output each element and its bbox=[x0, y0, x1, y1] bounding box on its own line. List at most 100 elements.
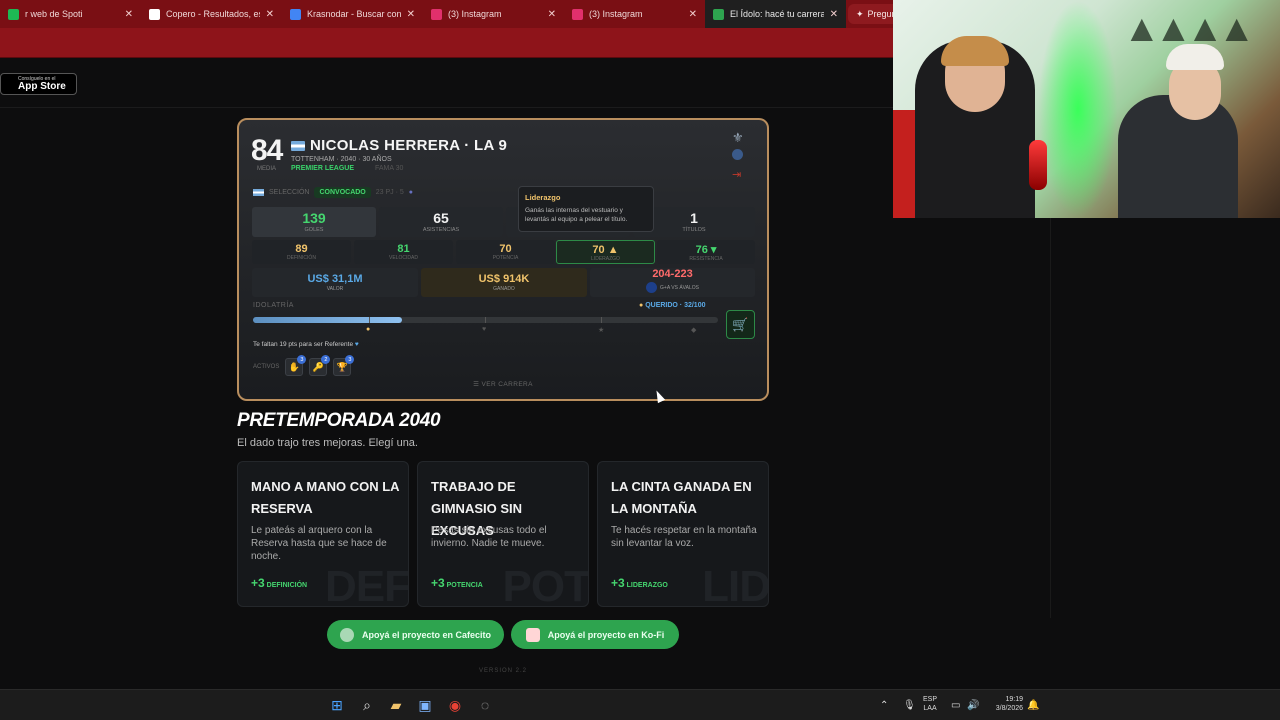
instagram-icon bbox=[572, 8, 583, 20]
app-icon[interactable]: ◌ bbox=[476, 696, 494, 714]
close-icon[interactable]: ✕ bbox=[407, 9, 415, 20]
close-icon[interactable]: ✕ bbox=[548, 9, 556, 20]
chevron-up-icon[interactable]: ⌃ bbox=[880, 690, 888, 720]
kofi-cup-icon bbox=[525, 627, 540, 642]
attr-label: DEFINICIÓN bbox=[287, 255, 316, 261]
browser-tab[interactable]: Krasnodar - Buscar con Go ✕ bbox=[282, 0, 423, 28]
close-icon[interactable]: ✕ bbox=[689, 9, 697, 20]
player-rating: 84 bbox=[251, 134, 283, 167]
rival-comparison: 204-223 G+A VS ÁVALOS bbox=[590, 268, 755, 297]
kofi-button[interactable]: Apoyá el proyecto en Ko-Fi bbox=[511, 620, 679, 649]
language-indicator[interactable]: ESP LAA bbox=[923, 695, 937, 713]
windows-start-icon[interactable]: ⊞ bbox=[328, 696, 346, 714]
activo-item[interactable]: ✋ 3 bbox=[285, 355, 307, 376]
notification-bell-icon[interactable]: 🔔 bbox=[1027, 690, 1039, 720]
ver-carrera-button[interactable]: ☰ VER CARRERA bbox=[239, 380, 767, 388]
idolatria-status-text: QUERIDO · 32/100 bbox=[645, 302, 706, 309]
webcam-person-right-cap bbox=[1166, 44, 1224, 70]
attr-liderazgo[interactable]: 70 ▲ LIDERAZGO bbox=[556, 240, 655, 264]
tab-title: r web de Spoti bbox=[25, 9, 83, 19]
choice-bonus-value: +3 bbox=[251, 576, 265, 590]
stat-value: 65 bbox=[433, 210, 449, 226]
browser-tab[interactable]: Copero - Resultados, estad ✕ bbox=[141, 0, 282, 28]
close-icon[interactable]: ✕ bbox=[125, 9, 133, 20]
store-icon[interactable]: ▣ bbox=[416, 696, 434, 714]
faltan-text: Te faltan 19 pts para ser Referente ♥ bbox=[253, 341, 359, 348]
milestone-heart-icon: ♥ bbox=[482, 326, 487, 333]
rating-label: MEDIA bbox=[257, 166, 277, 172]
attr-label: LIDERAZGO bbox=[591, 256, 620, 262]
attr-resistencia[interactable]: 76 ▾ RESISTENCIA bbox=[657, 240, 755, 264]
bar-tick bbox=[369, 317, 370, 323]
activo-count: 3 bbox=[297, 355, 307, 364]
tab-title: Copero - Resultados, estad bbox=[166, 9, 260, 19]
stat-value: 139 bbox=[302, 210, 326, 226]
language-top: ESP bbox=[923, 696, 938, 703]
volume-icon[interactable]: 🔊 bbox=[967, 690, 979, 720]
tooltip-title: Liderazgo bbox=[525, 193, 561, 202]
taskbar-clock[interactable]: 19:19 3/8/2026 bbox=[985, 695, 1023, 714]
choice-watermark: LID bbox=[702, 562, 769, 607]
search-icon[interactable]: ⌕ bbox=[358, 696, 376, 714]
choice-description: Le pateás al arquero con la Reserva hast… bbox=[251, 525, 387, 562]
idolatria-progress-bar bbox=[253, 317, 718, 323]
spotify-icon bbox=[8, 8, 19, 20]
choice-watermark: DEF bbox=[325, 562, 409, 607]
pretemporada-choice-card[interactable]: DEF MANO A MANO CON LA RESERVA Le pateás a… bbox=[237, 461, 409, 607]
activo-item[interactable]: 🏆 3 bbox=[333, 355, 355, 376]
webcam-microphone bbox=[1029, 140, 1047, 190]
file-explorer-icon[interactable]: ▰ bbox=[387, 696, 405, 714]
exit-icon[interactable]: ⇥ bbox=[732, 168, 741, 181]
activo-item[interactable]: 🔑 2 bbox=[309, 355, 331, 376]
tooltip-liderazgo: Liderazgo Ganás las internas del vestuar… bbox=[518, 186, 654, 232]
browser-tab[interactable]: r web de Spoti ✕ bbox=[0, 0, 141, 28]
pretemporada-choice-card[interactable]: LID LA CINTA GANADA EN LA MONTAÑA Te hacés… bbox=[597, 461, 769, 607]
stat-label: ASISTENCIAS bbox=[422, 227, 460, 233]
attr-value: 76 ▾ bbox=[695, 244, 717, 256]
windows-taskbar: ⊞ ⌕ ▰ ▣ ◉ ◌ ⌃ 🎙 ESP LAA ▭ 🔊 19:19 3/8/20… bbox=[0, 689, 1280, 720]
browser-tab[interactable]: (3) Instagram ✕ bbox=[564, 0, 705, 28]
sparkle-icon: ✦ bbox=[856, 8, 864, 19]
network-icon[interactable]: ▭ bbox=[951, 690, 960, 720]
app-store-badge[interactable]: Consíguelo en el App Store bbox=[0, 73, 77, 95]
browser-tab[interactable]: (3) Instagram ✕ bbox=[423, 0, 564, 28]
chrome-icon[interactable]: ◉ bbox=[446, 696, 464, 714]
player-fama: FAMA 30 bbox=[375, 165, 404, 172]
stat-goles: 139 GOLES bbox=[252, 207, 376, 237]
browser-tab[interactable]: El Ídolo: hacé tu carrera en ✕ bbox=[705, 0, 846, 28]
pretemporada-choice-card[interactable]: POT TRABAJO DE GIMNASIO SIN EXCUSAS Pesas … bbox=[417, 461, 589, 607]
player-card: 84 MEDIA NICOLAS HERRERA · LA 9 TOTTENHA… bbox=[237, 118, 769, 401]
version-label: VERSION 2.2 bbox=[478, 668, 527, 674]
cafecito-button[interactable]: Apoyá el proyecto en Cafecito bbox=[327, 620, 504, 649]
close-icon[interactable]: ✕ bbox=[266, 9, 274, 20]
money-ganado: US$ 914K GANADO bbox=[421, 268, 587, 297]
choice-watermark: POT bbox=[502, 562, 589, 607]
money-value: US$ 31,1M bbox=[307, 273, 363, 285]
cafecito-label: Apoyá el proyecto en Cafecito bbox=[361, 629, 492, 640]
milestone-coin-icon: ● bbox=[366, 326, 371, 333]
attr-definicion[interactable]: 89 DEFINICIÓN bbox=[252, 240, 351, 264]
cart-icon: 🛒 bbox=[732, 316, 749, 332]
clock-time: 19:19 bbox=[1005, 696, 1023, 703]
choice-description: Pesas sin excusas todo el invierno. Nadi… bbox=[431, 525, 547, 549]
argentina-flag-icon bbox=[291, 141, 305, 151]
chelsea-crest-icon bbox=[646, 282, 658, 293]
shop-cart-button[interactable]: 🛒 bbox=[726, 310, 755, 339]
close-icon[interactable]: ✕ bbox=[830, 9, 838, 20]
activos-label: ACTIVOS bbox=[253, 364, 280, 370]
activos-row: ACTIVOS ✋ 3 🔑 2 🏆 3 bbox=[253, 355, 355, 376]
seleccion-label: SELECCIÓN bbox=[269, 189, 310, 196]
copero-icon bbox=[149, 8, 160, 20]
attr-potencia[interactable]: 70 POTENCIA bbox=[456, 240, 555, 264]
stat-label: GOLES bbox=[304, 227, 324, 233]
idolo-icon bbox=[713, 8, 724, 20]
rival-label: G+A VS ÁVALOS bbox=[590, 282, 755, 293]
money-valor: US$ 31,1M VALOR bbox=[252, 268, 418, 297]
choice-title: MANO A MANO CON LA RESERVA bbox=[251, 479, 400, 517]
attr-label: RESISTENCIA bbox=[689, 256, 723, 262]
microphone-icon[interactable]: 🎙 bbox=[903, 690, 916, 720]
money-label: GANADO bbox=[493, 286, 515, 292]
money-value: US$ 914K bbox=[478, 273, 530, 285]
attr-velocidad[interactable]: 81 VELOCIDAD bbox=[354, 240, 453, 264]
milestone-trophy-icon: ◆ bbox=[691, 327, 697, 334]
